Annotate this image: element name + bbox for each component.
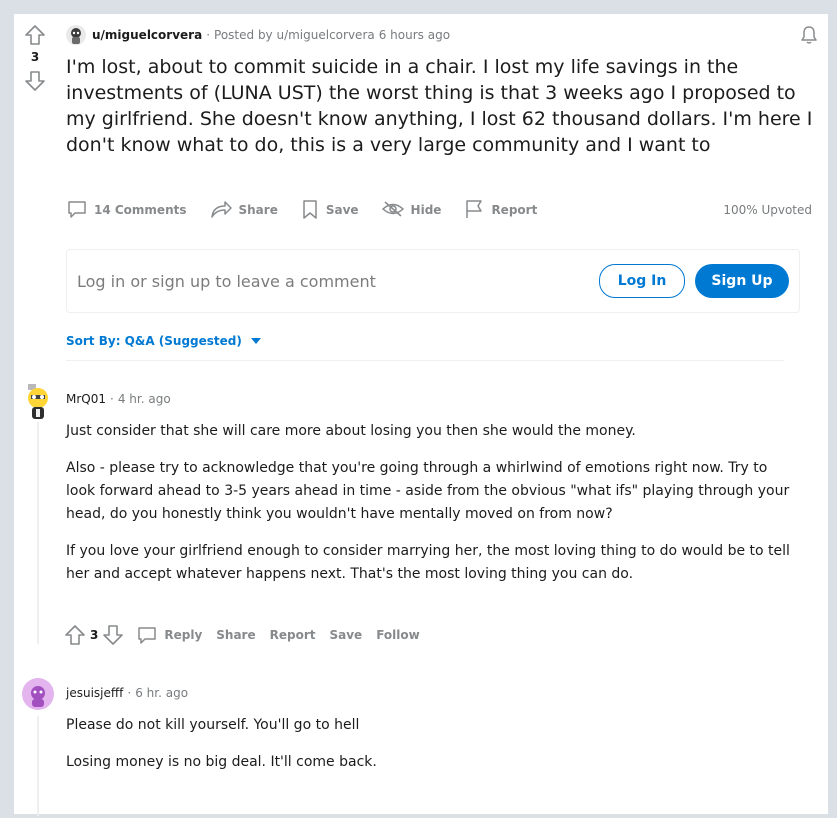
- caret-down-icon: [242, 334, 262, 348]
- report-label: Report: [491, 203, 538, 217]
- comment-icon[interactable]: [136, 624, 158, 646]
- reply-button[interactable]: Reply: [164, 628, 202, 642]
- save-button[interactable]: Save: [300, 198, 359, 223]
- comment-share-button[interactable]: Share: [216, 628, 255, 642]
- post-title[interactable]: I'm lost, about to commit suicide in a c…: [66, 54, 826, 158]
- sort-label: Sort By: Q&A (Suggested): [66, 334, 242, 348]
- comment-time: 4 hr. ago: [117, 392, 171, 406]
- post-meta: u/miguelcorvera · Posted by u/miguelcorv…: [66, 24, 450, 46]
- share-icon: [209, 198, 239, 223]
- thread-line[interactable]: [37, 716, 39, 816]
- comment: MrQ01 · 4 hr. ago Just consider that she…: [22, 384, 812, 654]
- login-button[interactable]: Log In: [599, 264, 685, 298]
- comment-avatar[interactable]: [22, 678, 54, 710]
- meta-separator: ·: [127, 686, 132, 700]
- comment-paragraph: If you love your girlfriend enough to co…: [66, 543, 790, 582]
- post-card: 3 u/miguelcorvera · Posted by u/miguelco…: [14, 14, 828, 816]
- comment-icon: [66, 198, 94, 223]
- signup-button[interactable]: Sign Up: [695, 264, 789, 298]
- comment-time: 6 hr. ago: [135, 686, 189, 700]
- divider: [66, 360, 784, 361]
- comment-paragraph: Please do not kill yourself. You'll go t…: [66, 717, 360, 733]
- vote-count: 3: [30, 50, 40, 64]
- comment-actions: 3 Reply Share Report Save Follow: [64, 624, 434, 646]
- login-prompt-text: Log in or sign up to leave a comment: [77, 271, 376, 291]
- comment-report-button[interactable]: Report: [270, 628, 316, 642]
- comments-button[interactable]: 14 Comments: [66, 198, 187, 223]
- upvote-arrow-icon[interactable]: [24, 24, 46, 46]
- post-time: 6 hours ago: [378, 28, 451, 42]
- vote-column: 3: [14, 24, 56, 92]
- thread-line[interactable]: [37, 422, 39, 644]
- meta-separator: ·: [110, 392, 114, 406]
- hide-eye-icon: [381, 198, 411, 223]
- upvote-ratio: 100% Upvoted: [723, 203, 812, 217]
- flag-icon: [463, 198, 491, 223]
- comment-save-button[interactable]: Save: [329, 628, 362, 642]
- comment-meta: MrQ01 · 4 hr. ago: [66, 392, 171, 406]
- comment-paragraph: Losing money is no big deal. It'll come …: [66, 754, 377, 770]
- follow-button[interactable]: Follow: [376, 628, 420, 642]
- hide-button[interactable]: Hide: [381, 198, 442, 223]
- share-label: Share: [238, 203, 278, 217]
- login-prompt-box: Log in or sign up to leave a comment Log…: [66, 249, 800, 313]
- comment-body: Please do not kill yourself. You'll go t…: [66, 714, 796, 788]
- comments-label: 14 Comments: [94, 203, 187, 217]
- downvote-arrow-icon[interactable]: [102, 624, 124, 646]
- comment-meta: jesuisjefff · 6 hr. ago: [66, 686, 188, 700]
- comment-author[interactable]: jesuisjefff: [66, 686, 123, 700]
- comment-paragraph: Also - please try to acknowledge that yo…: [66, 460, 790, 522]
- meta-separator: ·: [206, 28, 211, 42]
- post-actions: 14 Comments Share Save Hide Report 100% …: [66, 196, 812, 224]
- comment-body: Just consider that she will care more ab…: [66, 420, 796, 600]
- bell-icon[interactable]: [798, 24, 820, 46]
- comment-author[interactable]: MrQ01: [66, 392, 106, 406]
- comment-vote-count: 3: [90, 628, 99, 642]
- hide-label: Hide: [410, 203, 442, 217]
- bookmark-icon: [300, 198, 326, 223]
- comment-avatar[interactable]: [22, 384, 54, 419]
- share-button[interactable]: Share: [209, 198, 278, 223]
- save-label: Save: [325, 203, 359, 217]
- report-button[interactable]: Report: [463, 198, 537, 223]
- downvote-arrow-icon[interactable]: [24, 70, 46, 92]
- sort-dropdown[interactable]: Sort By: Q&A (Suggested): [66, 334, 262, 348]
- comment: jesuisjefff · 6 hr. ago Please do not ki…: [22, 678, 812, 818]
- upvote-arrow-icon[interactable]: [64, 624, 86, 646]
- comment-paragraph: Just consider that she will care more ab…: [66, 423, 636, 439]
- subreddit-name[interactable]: u/miguelcorvera: [92, 28, 202, 42]
- posted-by[interactable]: Posted by u/miguelcorvera: [214, 28, 375, 42]
- subreddit-avatar[interactable]: [66, 25, 86, 45]
